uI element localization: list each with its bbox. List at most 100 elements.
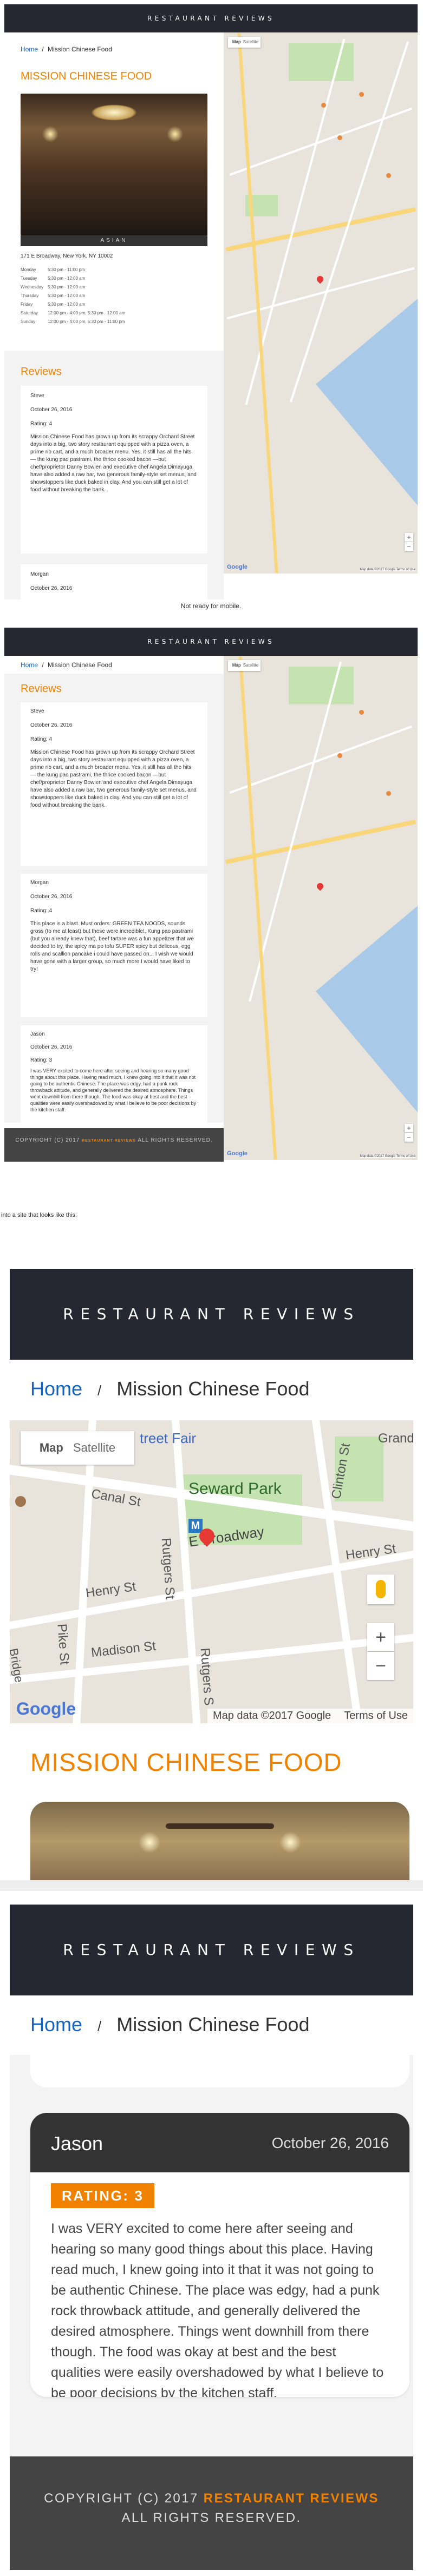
breadcrumb-home-link[interactable]: Home (21, 45, 38, 53)
site-title[interactable]: RESTAURANT REVIEWS (147, 638, 275, 645)
hours-row: Saturday 12:00 pm - 4:00 pm, 5:30 pm - 12… (21, 311, 126, 315)
review-comments: I was VERY excited to come here after se… (30, 1068, 197, 1112)
map-poi-icon[interactable] (386, 173, 391, 178)
review-date: October 26, 2016 (30, 407, 73, 413)
map-label-street-fair: treet Fair (140, 1430, 197, 1446)
caption-not-ready: Not ready for mobile. (180, 602, 242, 610)
screenshot-desktop-2: RESTAURANT REVIEWS Home / Mission Chines… (4, 628, 418, 1170)
map-water (316, 293, 418, 525)
review-date: October 26, 2016 (30, 585, 73, 591)
map-label-madison: Madison St (90, 1638, 157, 1661)
breadcrumb-current: Mission Chinese Food (116, 2013, 310, 2035)
review-comments: Mission Chinese Food has grown up from i… (30, 434, 197, 493)
map-road (229, 107, 412, 176)
lamp-icon (42, 126, 58, 142)
breadcrumb-home-link[interactable]: Home (21, 661, 38, 669)
screenshot-mobile-2: RESTAURANT REVIEWS Home / Mission Chines… (10, 1905, 413, 2570)
breadcrumb-separator: / (42, 45, 44, 53)
map-poi-icon[interactable] (337, 135, 342, 140)
map-poi-icon[interactable] (359, 92, 364, 97)
map-type-satellite-button[interactable]: Satellite (73, 1441, 115, 1454)
map-road (70, 1420, 98, 1723)
map-type-satellite-button[interactable]: Satellite (243, 39, 258, 44)
breadcrumb-current: Mission Chinese Food (48, 45, 112, 53)
divider (0, 1880, 423, 1891)
map-poi-icon[interactable] (359, 710, 364, 715)
map-label-henry: Henry St (84, 1579, 137, 1601)
hours-row: Wednesday 5:30 pm - 12:00 am (21, 285, 86, 289)
hours-row: Monday 5:30 pm - 11:00 pm (21, 267, 85, 272)
map-type-control: Map Satellite (21, 1431, 134, 1465)
breadcrumb-home-link[interactable]: Home (30, 1378, 82, 1400)
map-zoom-in-button[interactable]: + (405, 533, 413, 542)
map-zoom-out-button[interactable]: − (367, 1652, 394, 1680)
map-poi-icon[interactable] (15, 1496, 26, 1507)
map-credit: Map data ©2017 Google Terms of Use (207, 1709, 413, 1723)
map-zoom-in-button[interactable]: + (405, 1124, 413, 1132)
review-name: Jason (51, 2132, 103, 2155)
site-title[interactable]: RESTAURANT REVIEWS (147, 15, 275, 22)
site-header: RESTAURANT REVIEWS (10, 1269, 413, 1360)
review-rating: RATING: 3 (62, 2188, 144, 2204)
review-date: October 26, 2016 (30, 1044, 73, 1050)
map-type-map-button[interactable]: Map (40, 1441, 73, 1454)
site-footer: COPYRIGHT (C) 2017 RESTAURANT REVIEWS AL… (4, 1128, 224, 1162)
reviews-heading: Reviews (21, 366, 62, 378)
review-name: Morgan (30, 571, 49, 577)
breadcrumb-current: Mission Chinese Food (116, 1378, 310, 1400)
hours-row: Thursday 5:30 pm - 12:00 am (21, 293, 86, 298)
map-type-satellite-button[interactable]: Satellite (243, 663, 258, 668)
map-poi-icon[interactable] (321, 103, 326, 108)
map-type-map-button[interactable]: Map (230, 663, 243, 668)
map-terms-link[interactable]: Terms of Use (344, 1710, 408, 1722)
map-zoom-in-button[interactable]: + (367, 1623, 394, 1651)
map-marker-icon[interactable] (315, 274, 325, 284)
review-card: Morgan October 26, 2016 Rating: 4 This p… (21, 874, 207, 1017)
breadcrumb-separator: / (97, 2018, 102, 2034)
review-card: Steve October 26, 2016 Rating: 4 Mission… (21, 386, 207, 554)
map-poi-icon[interactable] (386, 791, 391, 796)
site-header: RESTAURANT REVIEWS (10, 1905, 413, 1995)
review-date: October 26, 2016 (30, 722, 73, 728)
map-credit: Map data ©2017 Google Terms of Use (360, 568, 415, 571)
cuisine-bar: ASIAN (21, 235, 207, 246)
map-zoom-out-button[interactable]: − (405, 1133, 413, 1142)
map-water (316, 900, 418, 1132)
map-road (248, 661, 342, 1002)
map-google-logo: Google (227, 1150, 248, 1157)
review-card: Jason October 26, 2016 Rating: 3 I was V… (21, 1025, 207, 1123)
review-comments: Mission Chinese Food has grown up from i… (30, 749, 197, 808)
breadcrumb-separator: / (42, 661, 44, 669)
hours-table: Monday 5:30 pm - 11:00 pm Tuesday 5:30 pm … (21, 266, 125, 326)
review-card: Morgan October 26, 2016 (21, 564, 207, 599)
review-name: Steve (30, 708, 44, 714)
hours-row: Tuesday 5:30 pm - 12:00 am (21, 276, 86, 281)
map[interactable]: treet Fair Seward Park Canal St E Broadw… (10, 1420, 413, 1723)
map-type-control: Map Satellite (228, 660, 261, 671)
map-poi-icon[interactable] (337, 753, 342, 758)
map-zoom-out-button[interactable]: − (405, 542, 413, 551)
map-terms-link[interactable]: Terms of Use (396, 568, 415, 571)
map-type-control: Map Satellite (228, 37, 261, 48)
review-rating: Rating: 4 (30, 421, 53, 427)
review-card: Jason October 26, 2016 RATING: 3 I was V… (30, 2113, 409, 2397)
map-terms-link[interactable]: Terms of Use (396, 1155, 415, 1158)
breadcrumb-separator: / (97, 1382, 102, 1399)
map-marker-icon[interactable] (315, 881, 325, 891)
site-footer: COPYRIGHT (C) 2017 RESTAURANT REVIEWS AL… (10, 2456, 413, 2570)
pegman-icon[interactable] (367, 1574, 394, 1604)
review-name: Steve (30, 393, 44, 399)
restaurant-name: MISSION CHINESE FOOD (21, 70, 152, 82)
site-title[interactable]: RESTAURANT REVIEWS (63, 1305, 360, 1323)
map-park (289, 43, 354, 81)
map[interactable]: Map Satellite + − Google Map data ©2017 G… (224, 656, 418, 1160)
review-rating: Rating: 3 (30, 1057, 53, 1063)
restaurant-name: MISSION CHINESE FOOD (30, 1748, 342, 1776)
map-type-map-button[interactable]: Map (230, 39, 243, 44)
review-date: October 26, 2016 (271, 2134, 389, 2151)
restaurant-image (21, 94, 207, 235)
breadcrumb-home-link[interactable]: Home (30, 2013, 82, 2035)
site-title[interactable]: RESTAURANT REVIEWS (63, 1941, 360, 1959)
map[interactable]: Map Satellite + − Google Map data ©2017 G… (224, 32, 418, 574)
breadcrumb: Home / Mission Chinese Food (21, 45, 112, 53)
